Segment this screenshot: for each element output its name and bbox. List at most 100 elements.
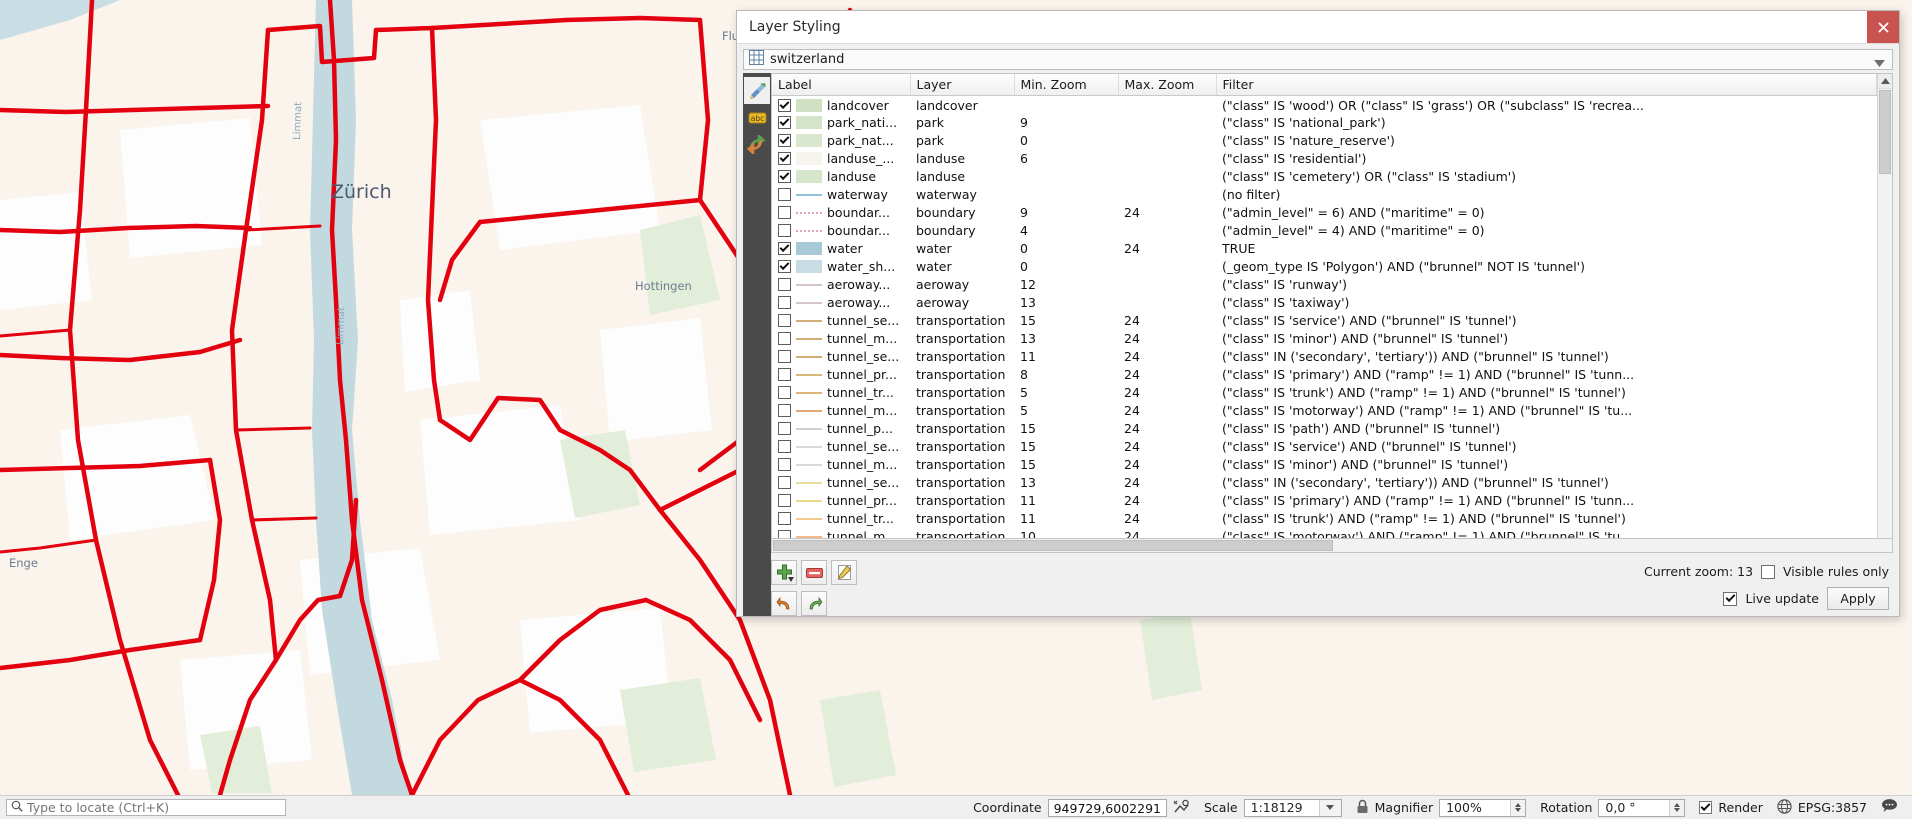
panel-footer[interactable]: Current zoom: 13 Visible rules only Live… xyxy=(1644,564,1889,610)
rule-layer-cell[interactable]: park xyxy=(910,132,1014,150)
rule-min-zoom-cell[interactable]: 15 xyxy=(1014,456,1118,474)
rule-max-zoom-cell[interactable] xyxy=(1118,132,1216,150)
rule-min-zoom-cell[interactable]: 15 xyxy=(1014,438,1118,456)
scrollbar-thumb[interactable] xyxy=(1879,90,1891,174)
rule-filter-cell[interactable]: ("class" IS 'trunk') AND ("ramp" != 1) A… xyxy=(1216,384,1877,402)
rule-filter-cell[interactable]: ("class" IS 'minor') AND ("brunnel" IS '… xyxy=(1216,330,1877,348)
table-row[interactable]: landuselanduse("class" IS 'cemetery') OR… xyxy=(772,168,1877,186)
visible-rules-only-checkbox[interactable] xyxy=(1761,565,1775,579)
rule-min-zoom-cell[interactable]: 4 xyxy=(1014,222,1118,240)
rule-filter-cell[interactable]: (_geom_type IS 'Polygon') AND ("brunnel"… xyxy=(1216,258,1877,276)
column-header-label[interactable]: Label xyxy=(772,74,910,96)
rule-min-zoom-cell[interactable]: 9 xyxy=(1014,204,1118,222)
rule-checkbox[interactable] xyxy=(778,458,791,471)
status-bar[interactable]: Coordinate 949729,6002291 Scale 1:18129 … xyxy=(0,795,1912,819)
rule-checkbox[interactable] xyxy=(778,530,791,538)
table-row[interactable]: waterwaywaterway (no filter) xyxy=(772,186,1877,204)
rule-layer-cell[interactable]: transportation xyxy=(910,312,1014,330)
rule-filter-cell[interactable]: ("admin_level" = 4) AND ("maritime" = 0) xyxy=(1216,222,1877,240)
rule-label-cell[interactable]: landuse xyxy=(772,168,910,186)
column-header-max-zoom[interactable]: Max. Zoom xyxy=(1118,74,1216,96)
magnifier-spinner[interactable]: 100% xyxy=(1439,799,1526,817)
rules-horizontal-scrollbar[interactable] xyxy=(771,539,1893,553)
rule-min-zoom-cell[interactable]: 12 xyxy=(1014,276,1118,294)
rule-layer-cell[interactable]: landuse xyxy=(910,150,1014,168)
rule-min-zoom-cell[interactable]: 11 xyxy=(1014,492,1118,510)
rule-max-zoom-cell[interactable]: 24 xyxy=(1118,474,1216,492)
rule-label-cell[interactable]: tunnel_m... xyxy=(772,402,910,420)
rule-checkbox[interactable] xyxy=(778,296,791,309)
rule-label-cell[interactable]: tunnel_tr... xyxy=(772,510,910,528)
apply-button[interactable]: Apply xyxy=(1827,587,1889,610)
rule-label-cell[interactable]: tunnel_pr... xyxy=(772,492,910,510)
rule-layer-cell[interactable]: landcover xyxy=(910,96,1014,114)
table-row[interactable]: park_nati...park9("class" IS 'national_p… xyxy=(772,114,1877,132)
rule-checkbox[interactable] xyxy=(778,116,791,129)
live-update-checkbox[interactable] xyxy=(1723,592,1737,606)
search-input[interactable] xyxy=(27,800,281,815)
table-row[interactable]: tunnel_se...transportation1324("class" I… xyxy=(772,474,1877,492)
table-row[interactable]: tunnel_pr...transportation1124("class" I… xyxy=(772,492,1877,510)
table-row[interactable]: landuse_...landuse6("class" IS 'resident… xyxy=(772,150,1877,168)
rule-checkbox[interactable] xyxy=(778,242,791,255)
remove-rule-button[interactable] xyxy=(801,560,827,585)
rule-checkbox[interactable] xyxy=(778,332,791,345)
rule-checkbox[interactable] xyxy=(778,99,791,112)
table-row[interactable]: water_sh...water0(_geom_type IS 'Polygon… xyxy=(772,258,1877,276)
table-row[interactable]: tunnel_m...transportation1524("class" IS… xyxy=(772,456,1877,474)
rule-checkbox[interactable] xyxy=(778,224,791,237)
rule-filter-cell[interactable]: ("class" IS 'nature_reserve') xyxy=(1216,132,1877,150)
rule-max-zoom-cell[interactable] xyxy=(1118,96,1216,114)
rule-max-zoom-cell[interactable]: 24 xyxy=(1118,240,1216,258)
table-row[interactable]: tunnel_se...transportation1524("class" I… xyxy=(772,312,1877,330)
rule-label-cell[interactable]: tunnel_se... xyxy=(772,348,910,366)
rule-checkbox[interactable] xyxy=(778,368,791,381)
rule-label-cell[interactable]: aeroway... xyxy=(772,276,910,294)
table-row[interactable]: tunnel_tr...transportation1124("class" I… xyxy=(772,510,1877,528)
rule-checkbox[interactable] xyxy=(778,314,791,327)
rendering-arrows-icon[interactable] xyxy=(744,131,770,158)
rule-max-zoom-cell[interactable] xyxy=(1118,276,1216,294)
spinner-arrows-icon[interactable] xyxy=(1510,800,1525,816)
rule-label-cell[interactable]: tunnel_se... xyxy=(772,312,910,330)
rule-min-zoom-cell[interactable]: 8 xyxy=(1014,366,1118,384)
table-row[interactable]: landcoverlandcover("class" IS 'wood') OR… xyxy=(772,96,1877,114)
rule-min-zoom-cell[interactable]: 5 xyxy=(1014,402,1118,420)
rule-label-cell[interactable]: waterway xyxy=(772,186,910,204)
rule-max-zoom-cell[interactable] xyxy=(1118,222,1216,240)
messages-group[interactable] xyxy=(1881,799,1898,816)
symbology-brush-icon[interactable] xyxy=(744,77,770,104)
panel-titlebar[interactable]: Layer Styling xyxy=(737,11,1899,44)
rule-layer-cell[interactable]: aeroway xyxy=(910,294,1014,312)
rule-max-zoom-cell[interactable]: 24 xyxy=(1118,204,1216,222)
rule-filter-cell[interactable]: ("class" IS 'residential') xyxy=(1216,150,1877,168)
rule-filter-cell[interactable]: ("class" IS 'minor') AND ("brunnel" IS '… xyxy=(1216,456,1877,474)
rule-filter-cell[interactable]: (no filter) xyxy=(1216,186,1877,204)
rule-checkbox[interactable] xyxy=(778,494,791,507)
edit-rule-button[interactable] xyxy=(831,560,857,585)
rule-min-zoom-cell[interactable]: 5 xyxy=(1014,384,1118,402)
rules-vertical-scrollbar[interactable] xyxy=(1877,74,1892,538)
rule-max-zoom-cell[interactable]: 24 xyxy=(1118,330,1216,348)
rule-label-cell[interactable]: tunnel_se... xyxy=(772,438,910,456)
rule-checkbox[interactable] xyxy=(778,476,791,489)
rotation-spinner[interactable]: 0,0 ° xyxy=(1598,799,1685,817)
rule-layer-cell[interactable]: transportation xyxy=(910,384,1014,402)
rules-table-area[interactable]: Label Layer Min. Zoom Max. Zoom Filter l… xyxy=(771,73,1893,539)
rule-label-cell[interactable]: landcover xyxy=(772,96,910,114)
rule-label-cell[interactable]: tunnel_m... xyxy=(772,528,910,538)
rule-label-cell[interactable]: water_sh... xyxy=(772,258,910,276)
rule-min-zoom-cell[interactable]: 0 xyxy=(1014,240,1118,258)
table-row[interactable]: boundar...boundary4("admin_level" = 4) A… xyxy=(772,222,1877,240)
rule-layer-cell[interactable]: waterway xyxy=(910,186,1014,204)
rule-checkbox[interactable] xyxy=(778,422,791,435)
magnifier-value[interactable]: 100% xyxy=(1440,799,1510,816)
rule-checkbox[interactable] xyxy=(778,260,791,273)
table-row[interactable]: park_nat...park0("class" IS 'nature_rese… xyxy=(772,132,1877,150)
rule-filter-cell[interactable]: ("class" IN ('secondary', 'tertiary')) A… xyxy=(1216,348,1877,366)
rule-filter-cell[interactable]: ("class" IS 'service') AND ("brunnel" IS… xyxy=(1216,438,1877,456)
rule-max-zoom-cell[interactable]: 24 xyxy=(1118,402,1216,420)
table-row[interactable]: tunnel_tr...transportation524("class" IS… xyxy=(772,384,1877,402)
rule-max-zoom-cell[interactable]: 24 xyxy=(1118,348,1216,366)
rule-filter-cell[interactable]: TRUE xyxy=(1216,240,1877,258)
